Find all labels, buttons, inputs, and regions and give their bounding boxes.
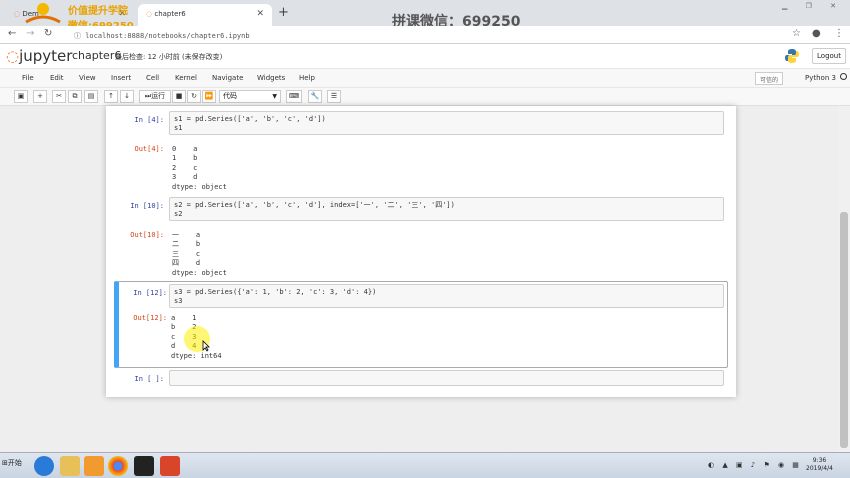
watermark-line1: 价值提升学院 [68,6,128,17]
code-input[interactable]: s3 = pd.Series({'a': 1, 'b': 2, 'c': 3, … [169,284,724,308]
save-icon: ▣ [17,92,25,100]
scissors-icon: ✂ [56,92,62,100]
restart-icon: ↻ [191,92,197,100]
terminal-icon[interactable] [134,456,154,476]
move-up-button[interactable]: ↑ [104,90,118,103]
arrow-down-icon: ↓ [124,92,130,100]
paste-button[interactable]: ▤ [84,90,98,103]
cell-type-select[interactable]: 代码 ▼ [219,90,281,103]
clock[interactable]: 9:36 2019/4/4 [806,457,833,473]
wrench-icon: 🔧 [310,92,320,100]
save-button[interactable]: ▣ [14,90,28,103]
kernel-idle-icon [840,73,847,80]
code-cell-empty[interactable]: In [ ]: [114,370,728,388]
menu-navigate[interactable]: Navigate [212,74,243,82]
code-input[interactable]: s1 = pd.Series(['a', 'b', 'c', 'd']) s1 [169,111,724,135]
out-prompt: Out[10]: [130,231,164,239]
system-tray[interactable]: ◐ ▲ ▣ ♪ ⚑ ◉ ▦ [708,461,802,469]
wrench-button[interactable]: 🔧 [308,90,322,103]
code-cell[interactable]: In [10]: s2 = pd.Series(['a', 'b', 'c', … [114,197,728,277]
python-logo-icon [785,49,799,63]
notebook-name[interactable]: chapter6 [72,49,121,62]
browser-tab-active[interactable]: ◌ chapter6 ✕ [138,4,272,26]
url-text: localhost:8888/notebooks/chapter6.ipynb [85,32,250,40]
output-area: 0 a 1 b 2 c 3 d dtype: object [172,145,227,191]
window-controls[interactable]: ▁ ❐ ✕ [782,2,844,10]
copy-button[interactable]: ⧉ [68,90,82,103]
address-bar: ← → ↻ ⓘ localhost:8888/notebooks/chapter… [0,26,850,44]
menu-file[interactable]: File [22,74,34,82]
command-palette-button[interactable]: ⌨ [286,90,302,103]
reload-icon[interactable]: ↻ [44,28,52,39]
url-field[interactable]: ⓘ localhost:8888/notebooks/chapter6.ipyn… [66,28,782,42]
menu-edit[interactable]: Edit [50,74,64,82]
move-down-button[interactable]: ↓ [120,90,134,103]
menu-help[interactable]: Help [299,74,315,82]
mouse-pointer-icon [202,340,210,352]
plus-icon: + [37,92,43,100]
back-arrow-icon[interactable]: ← [8,28,16,39]
stop-icon: ■ [175,92,183,100]
out-prompt: Out[12]: [133,314,167,322]
notebook-toolbar: ▣ + ✂ ⧉ ▤ ↑ ↓ ⏭运行 ■ ↻ ⏩ 代码 ▼ ⌨ 🔧 ☰ [0,88,850,106]
notebook-container: In [4]: s1 = pd.Series(['a', 'b', 'c', '… [106,106,736,397]
menu-kebab-icon[interactable]: ⋮ [834,28,844,39]
cut-button[interactable]: ✂ [52,90,66,103]
explorer-icon[interactable] [60,456,80,476]
info-icon: ⓘ [74,32,86,40]
kernel-name: Python 3 [805,74,836,82]
logout-button[interactable]: Logout [812,48,846,64]
jupyter-header: ◌jupyter chapter6 最后检查: 12 小时前 (未保存改变) L… [0,44,850,68]
trusted-indicator[interactable]: 可信的 [755,72,784,85]
ie-icon[interactable] [34,456,54,476]
in-prompt: In [10]: [130,202,164,210]
os-taskbar: ⊞开始 ◐ ▲ ▣ ♪ ⚑ ◉ ▦ 9:36 2019/4/4 [0,452,850,478]
menu-widgets[interactable]: Widgets [257,74,285,82]
restart-button[interactable]: ↻ [187,90,201,103]
chevron-down-icon: ▼ [272,93,277,100]
close-tab-icon[interactable]: ✕ [256,9,264,19]
in-prompt: In [12]: [133,289,167,297]
arrow-up-icon: ↑ [108,92,114,100]
checkpoint-status: 最后检查: 12 小时前 (未保存改变) [115,53,223,61]
menu-kernel[interactable]: Kernel [175,74,197,82]
out-prompt: Out[4]: [134,145,164,153]
menu-bar: File Edit View Insert Cell Kernel Naviga… [0,68,850,88]
keyboard-icon: ⌨ [288,92,300,100]
watermark-logo-icon [25,3,61,24]
profile-icon[interactable]: ● [812,28,821,39]
code-cell[interactable]: In [4]: s1 = pd.Series(['a', 'b', 'c', '… [114,111,728,191]
jupyter-logo[interactable]: ◌jupyter [6,47,72,65]
bookmark-star-icon[interactable]: ☆ [792,28,801,39]
scrollbar-thumb[interactable] [840,212,848,448]
start-button[interactable]: ⊞开始 [2,458,22,468]
menu-cell[interactable]: Cell [146,74,159,82]
insert-cell-button[interactable]: + [33,90,47,103]
new-tab-button[interactable]: + [278,5,289,20]
interrupt-button[interactable]: ■ [172,90,186,103]
chrome-icon[interactable] [108,456,128,476]
in-prompt: In [4]: [134,116,164,124]
list-button[interactable]: ☰ [327,90,341,103]
copy-icon: ⧉ [72,92,78,100]
restart-run-all-button[interactable]: ⏩ [202,90,216,103]
code-input[interactable] [169,370,724,386]
jupyter-logo-icon: ◌ [6,47,20,65]
forward-arrow-icon[interactable]: → [26,28,34,39]
media-player-icon[interactable] [84,456,104,476]
code-cell-selected[interactable]: In [12]: s3 = pd.Series({'a': 1, 'b': 2,… [114,281,728,368]
list-icon: ☰ [330,92,338,100]
browser-tab-label: chapter6 [154,10,186,18]
menu-insert[interactable]: Insert [111,74,131,82]
presentation-app-icon[interactable] [160,456,180,476]
paste-icon: ▤ [87,92,95,100]
run-button[interactable]: ⏭运行 [139,90,171,103]
code-input[interactable]: s2 = pd.Series(['a', 'b', 'c', 'd'], ind… [169,197,724,221]
menu-view[interactable]: View [79,74,96,82]
output-area: 一 a 二 b 三 c 四 d dtype: object [172,231,227,277]
fast-forward-icon: ⏩ [204,92,214,100]
in-prompt: In [ ]: [134,375,164,383]
